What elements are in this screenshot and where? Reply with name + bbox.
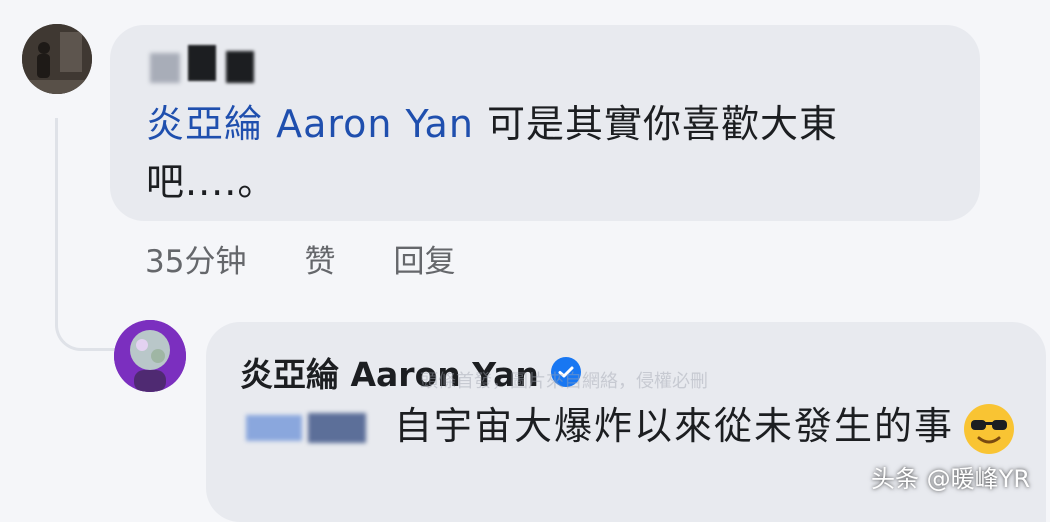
redacted-mention [246, 409, 372, 449]
sunglasses-emoji-icon [964, 403, 1015, 454]
redacted-commenter-name [150, 45, 260, 85]
aaron-yan-avatar[interactable] [114, 320, 186, 392]
reply-text: 自宇宙大爆炸以來從未發生的事 [246, 396, 1026, 456]
like-link[interactable]: 赞 [304, 236, 335, 281]
aaron-yan-mention[interactable]: 炎亞綸 Aaron Yan [146, 102, 474, 146]
source-tag: 头条 @暖峰YR [871, 465, 1030, 493]
comment-meta: 35分钟 赞 回复 [145, 236, 455, 281]
commenter-avatar[interactable] [22, 24, 92, 94]
reply-link[interactable]: 回复 [393, 236, 455, 281]
reply-thread-line [55, 118, 116, 351]
comment-timestamp: 35分钟 [145, 244, 247, 280]
comment-text: 炎亞綸 Aaron Yan 可是其實你喜歡大東吧....。 [146, 95, 966, 211]
reply-body: 自宇宙大爆炸以來從未發生的事 [394, 404, 955, 448]
comment-bubble: 炎亞綸 Aaron Yan 可是其實你喜歡大東吧....。 [110, 25, 980, 221]
image-watermark: 頭條首發，圖片來自網絡，侵權必刪 [420, 371, 708, 392]
